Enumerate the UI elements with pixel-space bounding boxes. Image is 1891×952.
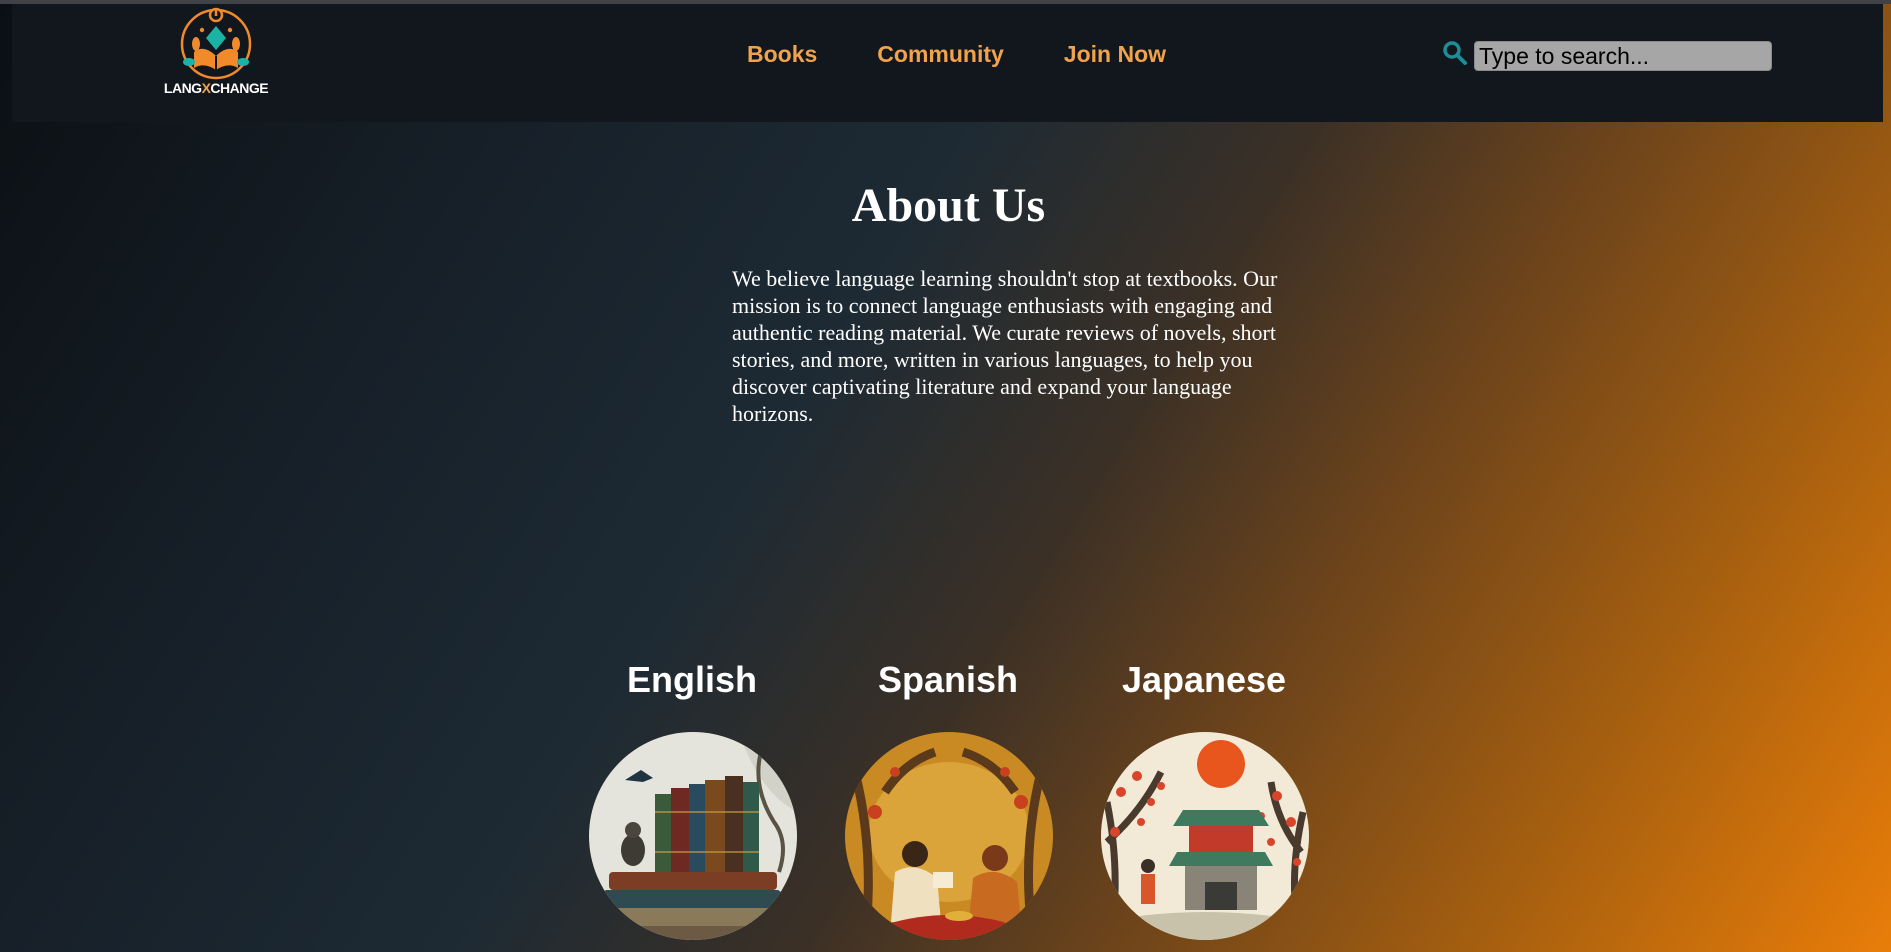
search-input[interactable]: [1474, 41, 1772, 71]
language-card-spanish[interactable]: Spanish: [818, 655, 1078, 945]
japanese-temple-image[interactable]: [1101, 732, 1309, 940]
spanish-reading-image[interactable]: [845, 732, 1053, 940]
about-description: We believe language learning shouldn't s…: [732, 266, 1278, 426]
main-nav: Books Community Join Now: [747, 36, 1166, 72]
language-card-english[interactable]: English: [562, 655, 822, 945]
language-name: Spanish: [877, 659, 1019, 700]
about-title: About Us: [851, 179, 1046, 232]
nav-link-join-now[interactable]: Join Now: [1064, 36, 1166, 72]
navbar: LANGXCHANGE Books Community Join Now: [12, 4, 1883, 122]
language-card-japanese[interactable]: Japanese: [1074, 655, 1334, 945]
search-icon[interactable]: [1442, 40, 1468, 66]
language-name: English: [626, 659, 757, 700]
english-books-image[interactable]: [589, 732, 797, 940]
logo-emblem-icon: [180, 7, 252, 80]
nav-link-books[interactable]: Books: [747, 36, 817, 72]
language-name: Japanese: [1121, 659, 1287, 700]
nav-link-community[interactable]: Community: [877, 36, 1004, 72]
site-logo[interactable]: LANGXCHANGE: [162, 6, 270, 100]
logo-wordmark-part2: CHANGE: [210, 80, 269, 96]
logo-wordmark-part1: LANG: [163, 80, 202, 96]
logo-wordmark: LANGXCHANGE: [162, 80, 270, 96]
